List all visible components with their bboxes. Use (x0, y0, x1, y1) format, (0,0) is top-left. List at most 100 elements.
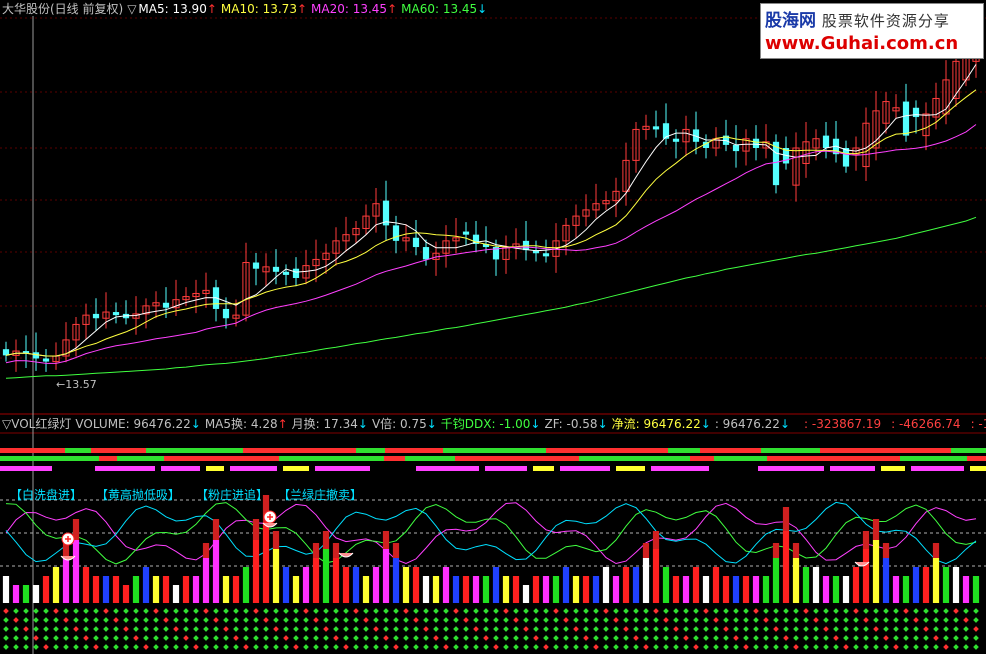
volume-bar (372, 567, 380, 603)
volume-bar (902, 576, 910, 603)
candle-body-down (412, 237, 420, 248)
dot-indicator (403, 635, 409, 641)
dot-indicator (153, 617, 159, 623)
candle-body-down (112, 312, 120, 316)
signal-strip-segment (758, 466, 824, 471)
volume-bar (172, 585, 180, 603)
dot-indicator (953, 644, 959, 650)
dot-indicator (413, 644, 419, 650)
volume-bar-cap (642, 543, 650, 558)
volume-bar-cap (862, 531, 870, 549)
dot-indicator (163, 617, 169, 623)
dot-indicator (323, 608, 329, 614)
unnamed-arrow-icon: ↓ (779, 417, 791, 431)
volume-bar (2, 576, 10, 603)
dot-indicator (763, 608, 769, 614)
candle-body-down (672, 138, 680, 142)
low-price-annotation: ←13.57 (56, 378, 97, 391)
ma20-line (5, 124, 977, 364)
dot-indicator (493, 617, 499, 623)
dot-indicator (573, 608, 579, 614)
ddx-arrow-icon: ↓ (530, 417, 541, 431)
volume-bar-cap (212, 519, 220, 540)
dot-indicator (23, 617, 29, 623)
dot-indicator (793, 644, 799, 650)
dot-indicator (93, 635, 99, 641)
dot-indicator (913, 626, 919, 632)
collapse-triangle-icon[interactable]: ▽ (127, 2, 136, 16)
dot-indicator (813, 608, 819, 614)
dot-indicator (153, 626, 159, 632)
volume-bar (772, 558, 780, 603)
signal-strip-segment (616, 466, 645, 471)
volume-bar (512, 576, 520, 603)
dot-indicator (943, 635, 949, 641)
volume-bar (572, 576, 580, 603)
dot-indicator (473, 644, 479, 650)
dot-indicator (563, 617, 569, 623)
ma60-arrow-icon: ↓ (477, 2, 488, 16)
dot-indicator (443, 635, 449, 641)
dot-indicator (243, 608, 249, 614)
dot-indicator (813, 626, 819, 632)
dot-indicator (83, 608, 89, 614)
dot-indicator (483, 626, 489, 632)
dot-indicator (423, 644, 429, 650)
ma5-turnover-value: MA5换: 4.28 (204, 417, 278, 431)
dot-indicator (593, 617, 599, 623)
dot-indicator (543, 626, 549, 632)
dot-indicator (303, 626, 309, 632)
volume-bar (632, 567, 640, 603)
dot-indicator (3, 626, 9, 632)
volume-bar (832, 576, 840, 603)
dot-indicator (513, 635, 519, 641)
dot-indicator (573, 617, 579, 623)
volume-bar-cap (652, 531, 660, 549)
signal-strip-segment (60, 456, 99, 461)
dot-indicator (803, 608, 809, 614)
dot-indicator (293, 617, 299, 623)
dot-indicator (823, 617, 829, 623)
dot-indicator (683, 626, 689, 632)
dot-indicator (823, 635, 829, 641)
right-value-2: : -46266.74 (891, 417, 961, 431)
dot-indicator (463, 644, 469, 650)
dot-indicator (913, 635, 919, 641)
dot-indicator (483, 608, 489, 614)
signal-label-bluegreen: 【兰绿庄撤卖】 (278, 488, 363, 502)
dot-indicator (483, 635, 489, 641)
dot-indicator (773, 608, 779, 614)
dot-indicator (303, 644, 309, 650)
dot-indicator (513, 626, 519, 632)
dot-indicator (493, 644, 499, 650)
volume-bar (672, 576, 680, 603)
volume-bars (2, 495, 980, 603)
dot-indicator (533, 617, 539, 623)
dot-indicator (363, 644, 369, 650)
dot-indicator (173, 608, 179, 614)
indicator-name[interactable]: VOL红绿灯 (11, 417, 71, 431)
volume-bar (312, 558, 320, 603)
dot-indicator (853, 617, 859, 623)
dot-indicator (713, 644, 719, 650)
signal-strip-segment (95, 466, 155, 471)
dot-indicator (393, 626, 399, 632)
volume-bar (432, 576, 440, 603)
volume-bar (382, 549, 390, 603)
signal-strip-segment (164, 456, 190, 461)
dot-indicator (173, 635, 179, 641)
dot-indicator (813, 644, 819, 650)
signal-strip-segment (533, 466, 554, 471)
volume-bar (472, 576, 480, 603)
indicator-collapse-triangle-icon[interactable]: ▽ (2, 417, 11, 431)
dot-indicator (113, 626, 119, 632)
candle-body-down (222, 308, 230, 319)
volume-bar (92, 576, 100, 603)
dot-indicator (493, 635, 499, 641)
signal-strip-segment (65, 448, 91, 453)
dot-indicator (703, 635, 709, 641)
zf-arrow-icon: ↓ (597, 417, 608, 431)
dot-indicator (133, 635, 139, 641)
volume-bar (292, 576, 300, 603)
signal-strip-segment (384, 456, 405, 461)
